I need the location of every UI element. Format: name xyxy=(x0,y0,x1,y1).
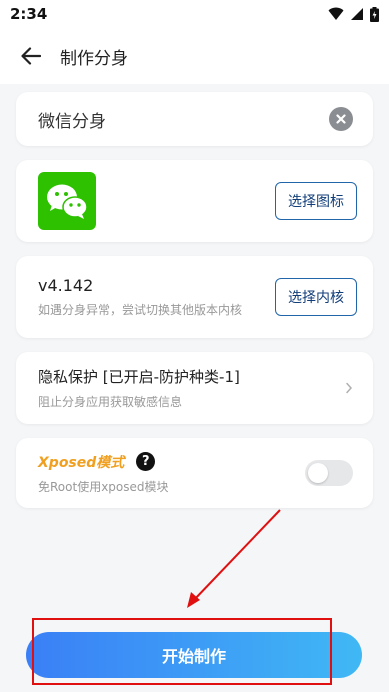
icon-card: 选择图标 xyxy=(16,160,373,242)
xposed-text: Xposed模式 ? 免Root使用xposed模块 xyxy=(38,452,305,495)
core-text: v4.142 如遇分身异常，尝试切换其他版本内核 xyxy=(38,276,275,318)
clone-name-field[interactable]: 微信分身 xyxy=(16,92,373,146)
page-title: 制作分身 xyxy=(60,48,128,69)
privacy-subtitle: 阻止分身应用获取敏感信息 xyxy=(38,395,183,409)
toggle-knob xyxy=(308,463,328,483)
status-icons xyxy=(328,6,379,22)
arrow-left-icon xyxy=(21,47,41,65)
clear-icon xyxy=(336,114,346,124)
wechat-icon xyxy=(38,172,96,230)
start-button[interactable]: 开始制作 xyxy=(26,632,362,678)
question-icon[interactable]: ? xyxy=(136,452,156,471)
core-card: v4.142 如遇分身异常，尝试切换其他版本内核 选择内核 xyxy=(16,256,373,338)
status-time: 2:34 xyxy=(10,5,48,23)
wifi-icon xyxy=(328,7,344,20)
core-hint: 如遇分身异常，尝试切换其他版本内核 xyxy=(38,303,243,317)
xposed-card: Xposed模式 ? 免Root使用xposed模块 xyxy=(16,438,373,508)
nav-bar: 制作分身 xyxy=(0,28,389,84)
signal-icon xyxy=(351,8,363,20)
select-core-button[interactable]: 选择内核 xyxy=(275,278,357,316)
clear-button[interactable] xyxy=(329,107,353,131)
xposed-subtitle: 免Root使用xposed模块 xyxy=(38,479,169,494)
privacy-title: 隐私保护 [已开启-防护种类-1] xyxy=(38,368,240,386)
xposed-head: Xposed模式 ? xyxy=(38,452,305,472)
clone-name-value[interactable]: 微信分身 xyxy=(38,107,329,132)
chevron-right-icon xyxy=(346,382,353,394)
xposed-title: Xposed模式 xyxy=(38,454,125,471)
status-bar: 2:34 xyxy=(0,0,389,28)
back-button[interactable] xyxy=(18,43,44,69)
xposed-toggle[interactable] xyxy=(305,460,353,486)
privacy-text: 隐私保护 [已开启-防护种类-1] 阻止分身应用获取敏感信息 xyxy=(38,366,345,410)
privacy-setting-item[interactable]: 隐私保护 [已开启-防护种类-1] 阻止分身应用获取敏感信息 xyxy=(16,352,373,424)
core-version: v4.142 xyxy=(38,276,94,295)
select-icon-button[interactable]: 选择图标 xyxy=(275,182,357,220)
battery-icon xyxy=(370,6,379,22)
